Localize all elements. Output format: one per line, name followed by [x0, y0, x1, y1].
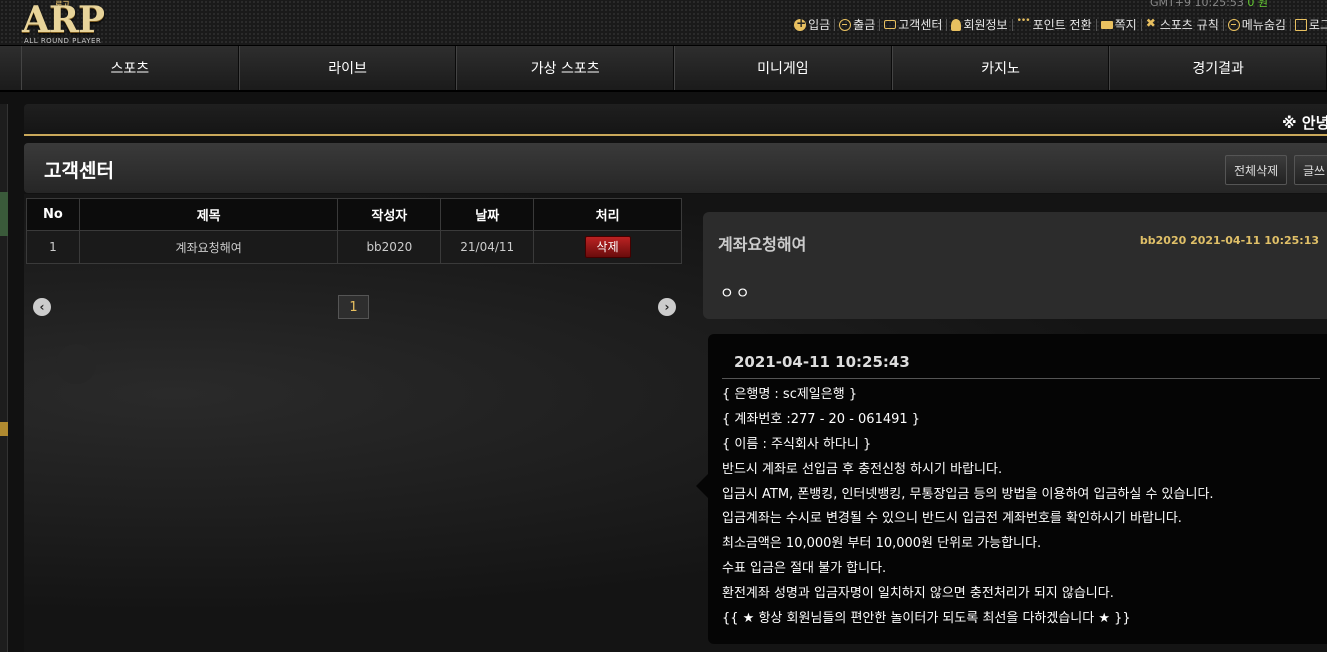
- col-title: 제목: [78, 198, 339, 231]
- deposit-link[interactable]: 입금: [790, 16, 834, 33]
- nav-casino[interactable]: 카지노: [891, 46, 1110, 90]
- chevron-left-icon: ‹: [39, 300, 45, 314]
- write-button[interactable]: 글쓰: [1294, 155, 1327, 185]
- minus-circle-icon: [839, 18, 852, 31]
- top-status-clip: GMT+9 10:25:53 0 원: [1150, 0, 1268, 10]
- reply-line: { 이름 : 주식회사 하다니 }: [722, 436, 872, 452]
- minus-circle-icon: [1227, 18, 1240, 31]
- sports-rules-label: 스포츠 규칙: [1159, 18, 1219, 32]
- sidebar-active-marker: [0, 192, 8, 236]
- balance-text: 0 원: [1247, 0, 1268, 9]
- hide-menu-link[interactable]: 메뉴숨김: [1224, 16, 1290, 33]
- member-info-label: 회원정보: [963, 18, 1008, 32]
- post-body: ㅇㅇ: [720, 284, 752, 302]
- cross-tools-icon: [1146, 16, 1158, 31]
- col-author: 작성자: [337, 198, 442, 231]
- reply-line: 수표 입금은 절대 불가 합니다.: [722, 561, 887, 577]
- withdraw-label: 출금: [853, 18, 876, 32]
- mail-icon: [1100, 20, 1113, 29]
- prev-page-button[interactable]: ‹: [33, 298, 51, 316]
- nav-minigame[interactable]: 미니게임: [674, 46, 892, 90]
- row-date: 21/04/11: [440, 230, 535, 264]
- site-logo[interactable]: 로고 ARP ALL ROUND PLAYER: [22, 0, 132, 46]
- logo-main-text: ARP: [22, 0, 105, 41]
- page-title: 고객센터: [44, 160, 114, 182]
- withdraw-link[interactable]: 출금: [835, 16, 879, 33]
- post-meta: bb2020 2021-04-11 10:25:13: [1139, 234, 1319, 247]
- col-action: 처리: [533, 198, 682, 231]
- sports-rules-link[interactable]: 스포츠 규칙: [1142, 16, 1223, 33]
- nav-live[interactable]: 라이브: [238, 46, 457, 90]
- delete-button[interactable]: 삭제: [584, 236, 631, 258]
- delete-all-button[interactable]: 전체삭제: [1225, 155, 1288, 185]
- hide-menu-label: 메뉴숨김: [1241, 18, 1286, 32]
- deposit-label: 입금: [808, 18, 831, 32]
- chat-icon: [884, 20, 897, 29]
- chevron-right-icon: ›: [664, 300, 670, 314]
- server-time: GMT+9 10:25:53: [1150, 0, 1244, 9]
- table-row[interactable]: 1 계좌요청해여 bb2020 21/04/11 삭제: [26, 230, 682, 264]
- sidebar-accent-marker: [0, 422, 8, 436]
- reply-body: { 은행명 : sc제일은행 } { 계좌번호 :277 - 20 - 0614…: [722, 383, 1214, 632]
- row-action-cell: 삭제: [533, 230, 682, 264]
- dots-icon: [1017, 16, 1031, 31]
- support-link[interactable]: 고객센터: [880, 16, 946, 33]
- reply-timestamp: 2021-04-11 10:25:43: [734, 353, 910, 371]
- background-decoration: [56, 344, 96, 384]
- main-nav: 스포츠 라이브 가상 스포츠 미니게임 카지노 경기결과: [0, 46, 1327, 92]
- table-header-row: No 제목 작성자 날짜 처리: [26, 198, 682, 231]
- row-title[interactable]: 계좌요청해여: [78, 230, 339, 264]
- post-title: 계좌요청해여: [718, 235, 807, 254]
- reply-line: 입금계좌는 수시로 변경될 수 있으니 반드시 입금전 계좌번호를 확인하시기 …: [722, 511, 1182, 527]
- reply-line: {{ ★ 항상 회원님들의 편안한 놀이터가 되도록 최선을 다하겠습니다 ★ …: [722, 611, 1131, 627]
- nav-sports[interactable]: 스포츠: [21, 46, 239, 90]
- col-date: 날짜: [440, 198, 535, 231]
- nav-results[interactable]: 경기결과: [1109, 46, 1327, 90]
- post-view: 계좌요청해여 bb2020 2021-04-11 10:25:13 ㅇㅇ: [703, 212, 1327, 319]
- member-info-link[interactable]: 회원정보: [947, 16, 1011, 33]
- left-sidebar: [0, 104, 8, 652]
- user-icon: [951, 18, 962, 31]
- reply-line: 반드시 계좌로 선입금 후 충전신청 하시기 바랍니다.: [722, 461, 1003, 477]
- row-author: bb2020: [337, 230, 442, 264]
- top-bar: 로고 ARP ALL ROUND PLAYER GMT+9 10:25:53 0…: [0, 0, 1327, 46]
- plus-circle-icon: [794, 16, 806, 31]
- nav-virtual-sports[interactable]: 가상 스포츠: [456, 46, 675, 90]
- reply-line: 환전계좌 성명과 입금자명이 일치하지 않으면 충전처리가 되지 않습니다.: [722, 586, 1114, 602]
- logout-label: 로그: [1308, 18, 1327, 32]
- reply-box: 2021-04-11 10:25:43 { 은행명 : sc제일은행 } { 계…: [696, 334, 1327, 644]
- point-convert-link[interactable]: 포인트 전환: [1013, 16, 1096, 33]
- reply-line: { 은행명 : sc제일은행 }: [722, 387, 858, 402]
- support-label: 고객센터: [898, 18, 943, 32]
- logo-subtitle: ALL ROUND PLAYER: [24, 37, 102, 45]
- reply-divider: [722, 378, 1320, 379]
- page-number-current[interactable]: 1: [338, 295, 369, 319]
- message-link[interactable]: 쪽지: [1097, 16, 1141, 33]
- page-header: 고객센터 전체삭제 글쓰: [24, 143, 1327, 193]
- col-no: No: [26, 198, 80, 231]
- notice-bar: ※ 안녕: [24, 104, 1327, 136]
- top-links: 입금 출금 고객센터 회원정보 포인트 전환 쪽지 스포츠 규칙 메뉴숨김 로그: [790, 16, 1327, 33]
- notice-text: ※ 안녕: [1282, 114, 1327, 132]
- logout-icon: [1294, 18, 1307, 31]
- reply-line: 최소금액은 10,000원 부터 10,000원 단위로 가능합니다.: [722, 536, 1042, 552]
- row-no: 1: [26, 230, 80, 264]
- point-convert-label: 포인트 전환: [1032, 18, 1092, 32]
- logout-link[interactable]: 로그: [1291, 16, 1327, 33]
- inquiry-table: No 제목 작성자 날짜 처리 1 계좌요청해여 bb2020 21/04/11…: [26, 198, 682, 264]
- message-label: 쪽지: [1114, 18, 1137, 32]
- reply-line: 입금시 ATM, 폰뱅킹, 인터넷뱅킹, 무통장입금 등의 방법을 이용하여 입…: [722, 486, 1214, 502]
- content-area: No 제목 작성자 날짜 처리 1 계좌요청해여 bb2020 21/04/11…: [24, 194, 1327, 652]
- reply-line: { 계좌번호 :277 - 20 - 061491 }: [722, 411, 921, 427]
- next-page-button[interactable]: ›: [658, 298, 676, 316]
